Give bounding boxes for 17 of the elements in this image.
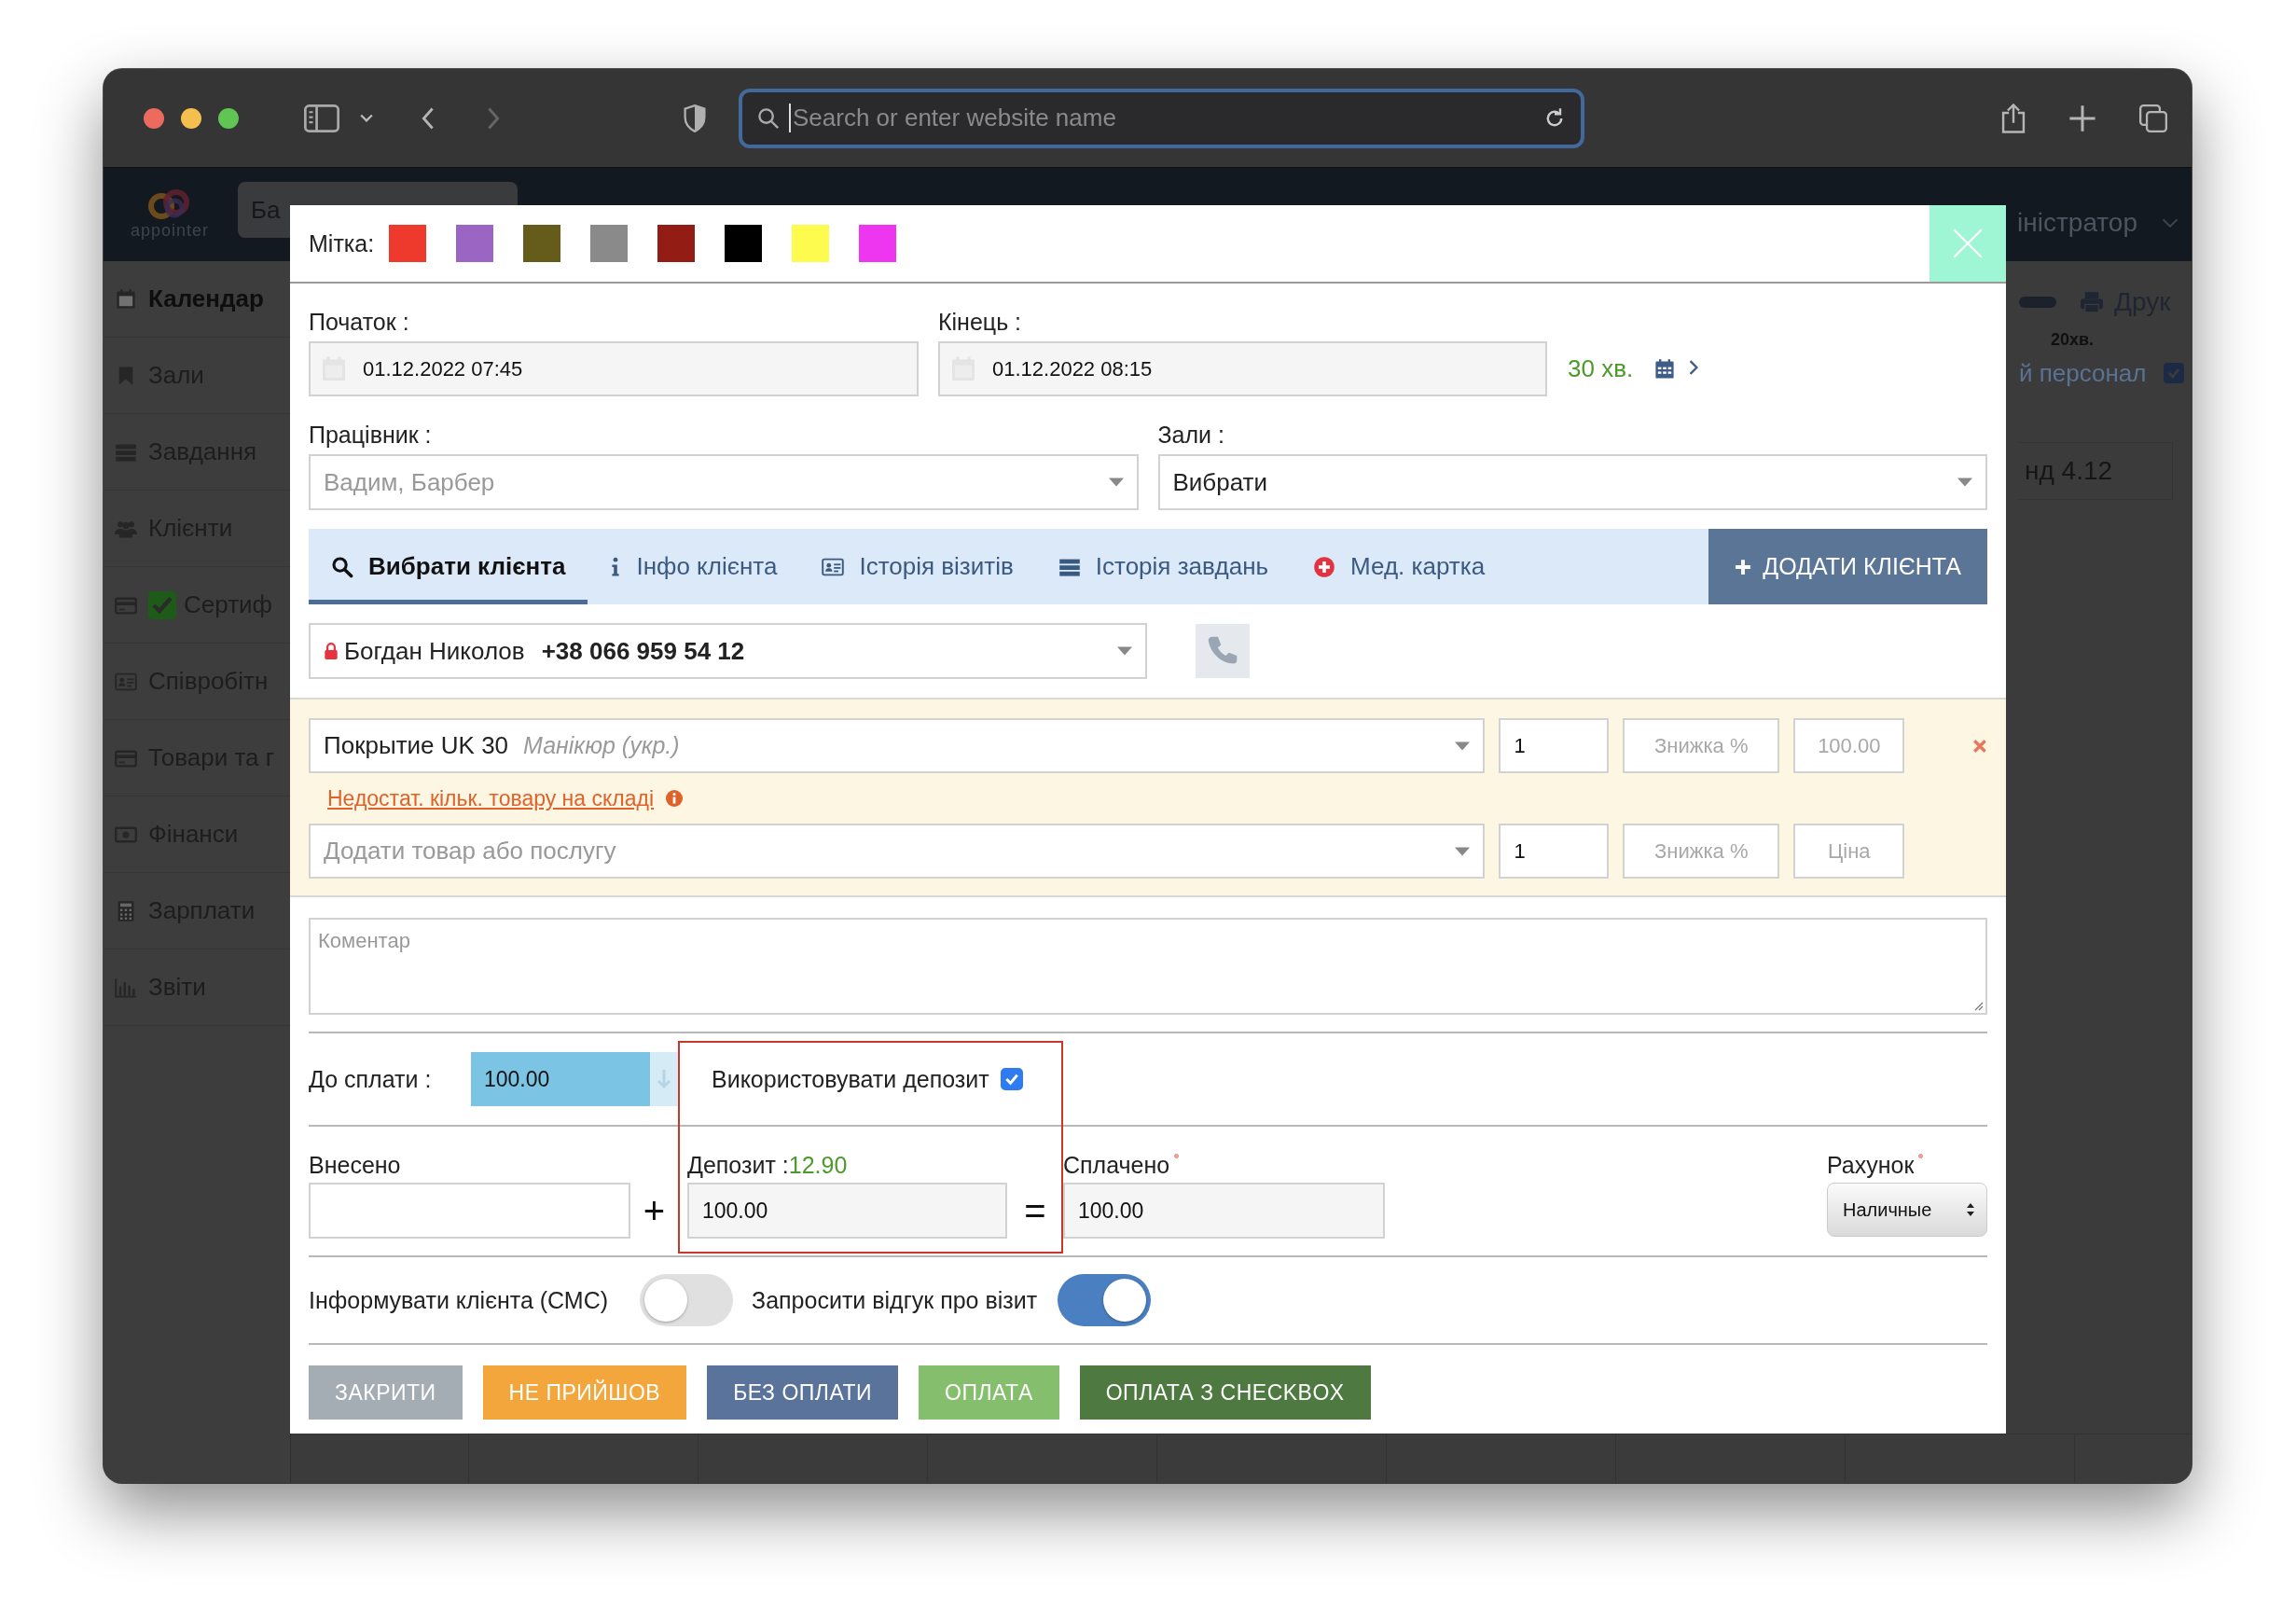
sms-label: Інформувати клієнта (СМС) <box>309 1286 609 1314</box>
employee-label: Працівник : <box>309 420 433 450</box>
feedback-label: Запросити відгук про візит <box>752 1286 1038 1314</box>
equals-sign: = <box>1023 1189 1047 1232</box>
tag-label: Мітка: <box>309 229 375 257</box>
duration-label: 30 хв. <box>1568 354 1634 383</box>
use-deposit-label: Використовувати депозит <box>712 1065 989 1093</box>
account-label: Рахунок <box>1827 1150 1915 1180</box>
paid-label: Сплачено <box>1063 1150 1170 1180</box>
start-label: Початок : <box>309 307 410 337</box>
deposit-label: Депозит :12.90 <box>687 1150 848 1180</box>
to-pay-label: До сплати : <box>309 1065 433 1093</box>
staff-filter-label: й персонал <box>2019 358 2147 388</box>
halls-label: Зали : <box>1157 420 1225 450</box>
plus-sign: + <box>642 1189 667 1232</box>
end-label: Кінець : <box>938 307 1023 337</box>
paid-in-label: Внесено <box>309 1150 401 1180</box>
